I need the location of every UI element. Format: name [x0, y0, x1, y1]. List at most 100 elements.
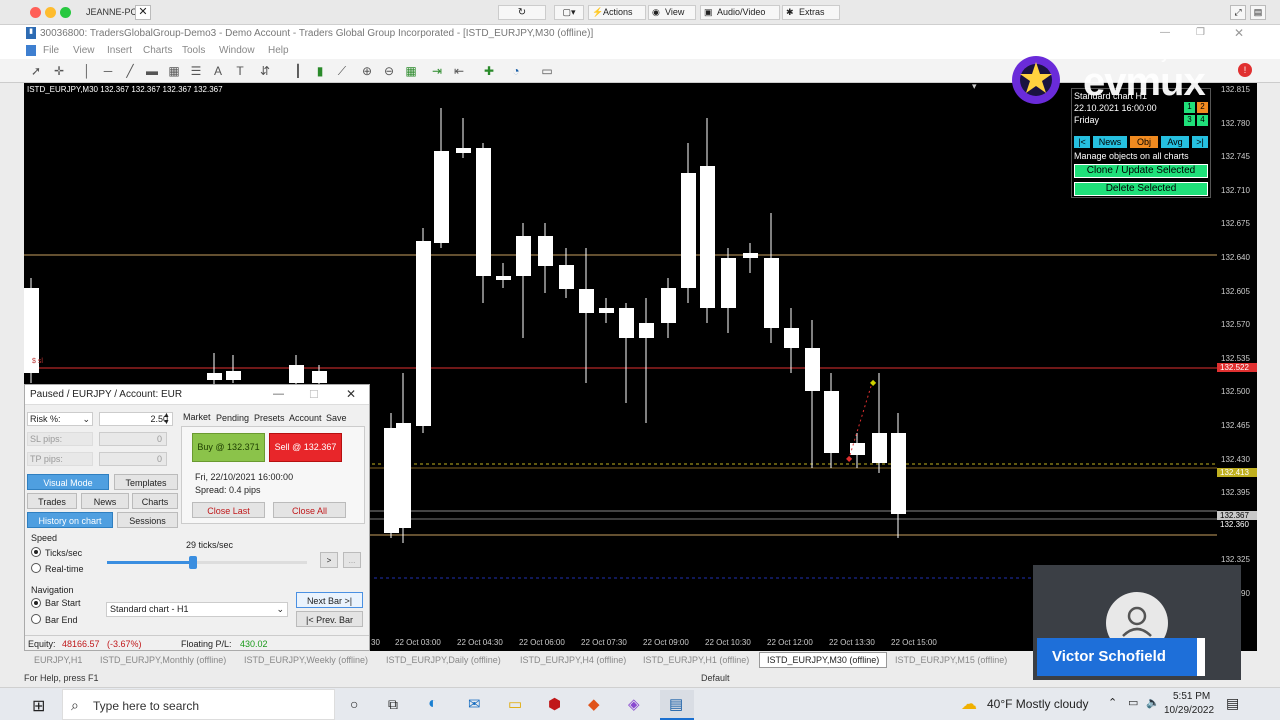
speed-slider[interactable]	[107, 556, 307, 569]
network-icon[interactable]: ▭	[1128, 696, 1138, 709]
templates-icon[interactable]: ▭	[538, 62, 556, 80]
history-on-chart-button[interactable]: History on chart	[27, 512, 113, 528]
menu-insert[interactable]: Insert	[107, 45, 132, 56]
menu-file[interactable]: File	[43, 45, 59, 56]
file-explorer-icon[interactable]: ▭	[508, 695, 522, 713]
ticks-radio[interactable]	[31, 547, 41, 557]
view-menu[interactable]: ◉ View	[648, 5, 696, 20]
overlay-first-button[interactable]: |<	[1074, 136, 1090, 148]
candlestick-icon[interactable]: ▮	[311, 62, 329, 80]
periods-icon[interactable]: ◔	[507, 62, 525, 80]
more-button[interactable]: ...	[343, 552, 361, 568]
zoom-out-icon[interactable]: ⊖	[380, 62, 398, 80]
close-last-button[interactable]: Close Last	[192, 502, 265, 518]
news-button[interactable]: News	[81, 493, 129, 509]
sell-button[interactable]: Sell @ 132.367	[269, 433, 342, 462]
tab-presets[interactable]: Presets	[254, 413, 285, 423]
arrows-icon[interactable]: ⇵	[256, 62, 274, 80]
risk-stepper-icon[interactable]: ▲ ▼	[163, 412, 170, 426]
bar-start-radio[interactable]	[31, 598, 41, 608]
speed-slider-thumb[interactable]	[189, 556, 197, 569]
zoom-window-dot[interactable]	[60, 7, 71, 18]
chart-tab[interactable]: EURJPY,H1	[34, 655, 82, 665]
chart-tab[interactable]: ISTD_EURJPY,Daily (offline)	[386, 655, 501, 665]
shield-app-icon[interactable]: ⬢	[548, 695, 561, 713]
minimize-window-dot[interactable]	[45, 7, 56, 18]
vertical-line-icon[interactable]: │	[78, 62, 96, 80]
channel-icon[interactable]: ▬	[143, 62, 161, 80]
overlay-avg-button[interactable]: Avg	[1161, 136, 1189, 148]
charts-button[interactable]: Charts	[132, 493, 178, 509]
indicators-icon[interactable]: ✚	[480, 62, 498, 80]
vpn-icon[interactable]: ◈	[628, 695, 640, 713]
audio-video-menu[interactable]: ▣ Audio/Video	[700, 5, 780, 20]
panel-close-icon[interactable]: ✕	[346, 387, 356, 401]
tile-windows-icon[interactable]: ▦	[402, 62, 420, 80]
actions-menu[interactable]: ⚡ Actions	[588, 5, 646, 20]
chart-tab[interactable]: ISTD_EURJPY,Monthly (offline)	[100, 655, 226, 665]
taskbar-search[interactable]: ⌕ Type here to search	[62, 689, 335, 720]
bar-end-radio[interactable]	[31, 614, 41, 624]
overlay-news-button[interactable]: News	[1093, 136, 1127, 148]
chart-type-select[interactable]: Standard chart - H1 ⌄	[106, 602, 288, 617]
edge-icon[interactable]: ◐	[428, 695, 438, 713]
text-icon[interactable]: A	[209, 62, 227, 80]
chart-tab[interactable]: ISTD_EURJPY,H1 (offline)	[643, 655, 749, 665]
close-icon[interactable]: ✕	[1234, 26, 1244, 40]
menu-charts[interactable]: Charts	[143, 45, 172, 56]
mail-icon[interactable]: ✉	[468, 695, 481, 713]
risk-dropdown[interactable]: Risk %: ⌄	[27, 412, 93, 426]
prev-bar-button[interactable]: |< Prev. Bar	[296, 611, 363, 627]
tray-chevron-icon[interactable]: ⌃	[1108, 696, 1117, 709]
line-chart-icon[interactable]: ⟋	[333, 62, 351, 80]
templates-button[interactable]: Templates	[114, 474, 178, 490]
notifications-icon[interactable]: ▤	[1226, 695, 1239, 712]
sessions-button[interactable]: Sessions	[117, 512, 178, 528]
close-session-icon[interactable]: ✕	[135, 5, 151, 20]
tab-save[interactable]: Save	[326, 413, 347, 423]
cursor-icon[interactable]: ➚	[27, 62, 45, 80]
bar-chart-icon[interactable]: ┃	[289, 62, 307, 80]
menu-help[interactable]: Help	[268, 45, 289, 56]
sidebar-icon[interactable]: ▤	[1250, 5, 1266, 20]
label-icon[interactable]: T	[231, 62, 249, 80]
brave-icon[interactable]: ◆	[588, 695, 600, 713]
close-window-dot[interactable]	[30, 7, 41, 18]
chart-tab-active[interactable]: ISTD_EURJPY,M30 (offline)	[759, 652, 888, 668]
crosshair-icon[interactable]: ✛	[50, 62, 68, 80]
tab-account[interactable]: Account	[289, 413, 322, 423]
cortana-icon[interactable]: ○	[350, 696, 358, 712]
trendline-icon[interactable]: ╱	[121, 62, 139, 80]
zoom-in-icon[interactable]: ⊕	[358, 62, 376, 80]
overlay-num-3[interactable]: 3	[1184, 115, 1195, 126]
overlay-num-4[interactable]: 4	[1197, 115, 1208, 126]
notification-badge-icon[interactable]: !	[1238, 63, 1252, 77]
close-all-button[interactable]: Close All	[273, 502, 346, 518]
overlay-obj-button[interactable]: Obj	[1130, 136, 1158, 148]
delete-selected-button[interactable]: Delete Selected	[1074, 182, 1208, 196]
restore-icon[interactable]: ❐	[1196, 27, 1205, 38]
play-button[interactable]: >	[320, 552, 338, 568]
panel-minimize-icon[interactable]: —	[273, 388, 284, 400]
buy-button[interactable]: Buy @ 132.371	[192, 433, 265, 462]
fullscreen-icon[interactable]: ⤢	[1230, 5, 1246, 20]
tab-market[interactable]: Market	[183, 412, 211, 422]
windows-start-icon[interactable]: ⊞	[32, 696, 45, 716]
task-view-icon[interactable]: ⧉	[388, 696, 398, 713]
menu-window[interactable]: Window	[219, 45, 255, 56]
extras-menu[interactable]: ✱ Extras	[782, 5, 840, 20]
chart-shift-icon[interactable]: ⇤	[450, 62, 468, 80]
fibonacci-icon[interactable]: ☰	[187, 62, 205, 80]
tab-pending[interactable]: Pending	[216, 413, 249, 423]
clipboard-icon[interactable]: ▢▾	[554, 5, 584, 20]
gann-icon[interactable]: ▦	[165, 62, 183, 80]
risk-input[interactable]: 2.50	[99, 412, 173, 426]
clone-update-button[interactable]: Clone / Update Selected	[1074, 164, 1208, 178]
overlay-last-button[interactable]: >|	[1192, 136, 1208, 148]
chart-tab[interactable]: ISTD_EURJPY,H4 (offline)	[520, 655, 626, 665]
chart-tab[interactable]: ISTD_EURJPY,M15 (offline)	[895, 655, 1007, 665]
minimize-icon[interactable]: —	[1160, 27, 1170, 38]
menu-tools[interactable]: Tools	[182, 45, 205, 56]
horizontal-line-icon[interactable]: ─	[99, 62, 117, 80]
menu-view[interactable]: View	[73, 45, 95, 56]
